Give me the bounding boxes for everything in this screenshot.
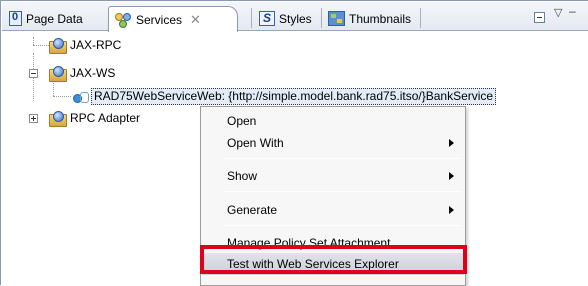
tab-thumbnails[interactable]: Thumbnails — [323, 6, 411, 31]
tree-item-bank-service[interactable]: RAD75WebServiceWeb: {http://simple.model… — [72, 87, 497, 105]
styles-icon — [259, 11, 275, 26]
thumbnails-icon — [328, 11, 345, 26]
web-services-folder-icon — [49, 38, 67, 54]
tab-label: Services — [136, 12, 183, 27]
menu-item-label: Open With — [227, 136, 284, 150]
menu-item-label: Open — [227, 114, 257, 128]
page-data-icon — [9, 11, 22, 26]
expand-icon[interactable] — [29, 114, 38, 123]
submenu-arrow-icon — [449, 206, 454, 214]
tree-item-label: JAX-RPC — [70, 38, 122, 52]
tree-connector — [33, 45, 49, 46]
tab-divider — [321, 8, 322, 28]
menu-item-open-with[interactable]: Open With — [202, 132, 464, 154]
menu-item-label: Show — [227, 169, 258, 183]
tree-item-label: RAD75WebServiceWeb: {http://simple.model… — [91, 87, 497, 105]
web-services-folder-icon — [49, 111, 67, 127]
tab-page-data[interactable]: Page Data — [4, 6, 83, 31]
tree-connector — [33, 37, 34, 45]
tree-item-jax-ws[interactable]: JAX-WS — [49, 64, 115, 82]
submenu-arrow-icon — [449, 139, 454, 147]
services-view: Page Data Services ✕ Styles Thumbnails ▽… — [0, 0, 588, 286]
web-services-folder-icon — [49, 66, 67, 82]
highlight-box — [200, 245, 467, 274]
close-icon[interactable]: ✕ — [190, 12, 201, 28]
menu-separator — [223, 191, 461, 192]
tree-item-rpc-adapter[interactable]: RPC Adapter — [49, 109, 140, 127]
tab-label: Thumbnails — [349, 11, 412, 26]
menu-separator — [223, 158, 461, 159]
submenu-arrow-icon — [449, 172, 454, 180]
tab-label: Styles — [279, 11, 312, 26]
menu-item-open[interactable]: Open — [202, 110, 464, 132]
collapse-icon[interactable] — [29, 69, 38, 78]
tab-divider — [420, 8, 421, 28]
tree-item-jax-rpc[interactable]: JAX-RPC — [49, 36, 121, 54]
web-service-icon — [72, 89, 89, 103]
menu-item-show[interactable]: Show — [202, 165, 464, 187]
tree-connector — [53, 96, 71, 97]
tree-item-label: JAX-WS — [70, 66, 116, 80]
menu-item-label: Generate — [227, 203, 278, 217]
view-tab-bar: Page Data Services ✕ Styles Thumbnails ▽… — [2, 2, 588, 32]
tab-divider — [251, 8, 252, 28]
minimize-view-button[interactable] — [534, 12, 545, 23]
tab-styles[interactable]: Styles — [254, 6, 312, 31]
view-menu-icon[interactable]: ▽ — [554, 6, 562, 19]
services-icon — [115, 12, 131, 28]
tree-item-label: RPC Adapter — [70, 111, 141, 125]
menu-item-generate[interactable]: Generate — [202, 199, 464, 221]
minimize-icon[interactable]: – — [569, 4, 576, 18]
tree-connector — [53, 81, 54, 96]
menu-separator — [223, 225, 461, 226]
tab-services[interactable]: Services ✕ — [108, 6, 238, 32]
tab-label: Page Data — [26, 11, 83, 26]
